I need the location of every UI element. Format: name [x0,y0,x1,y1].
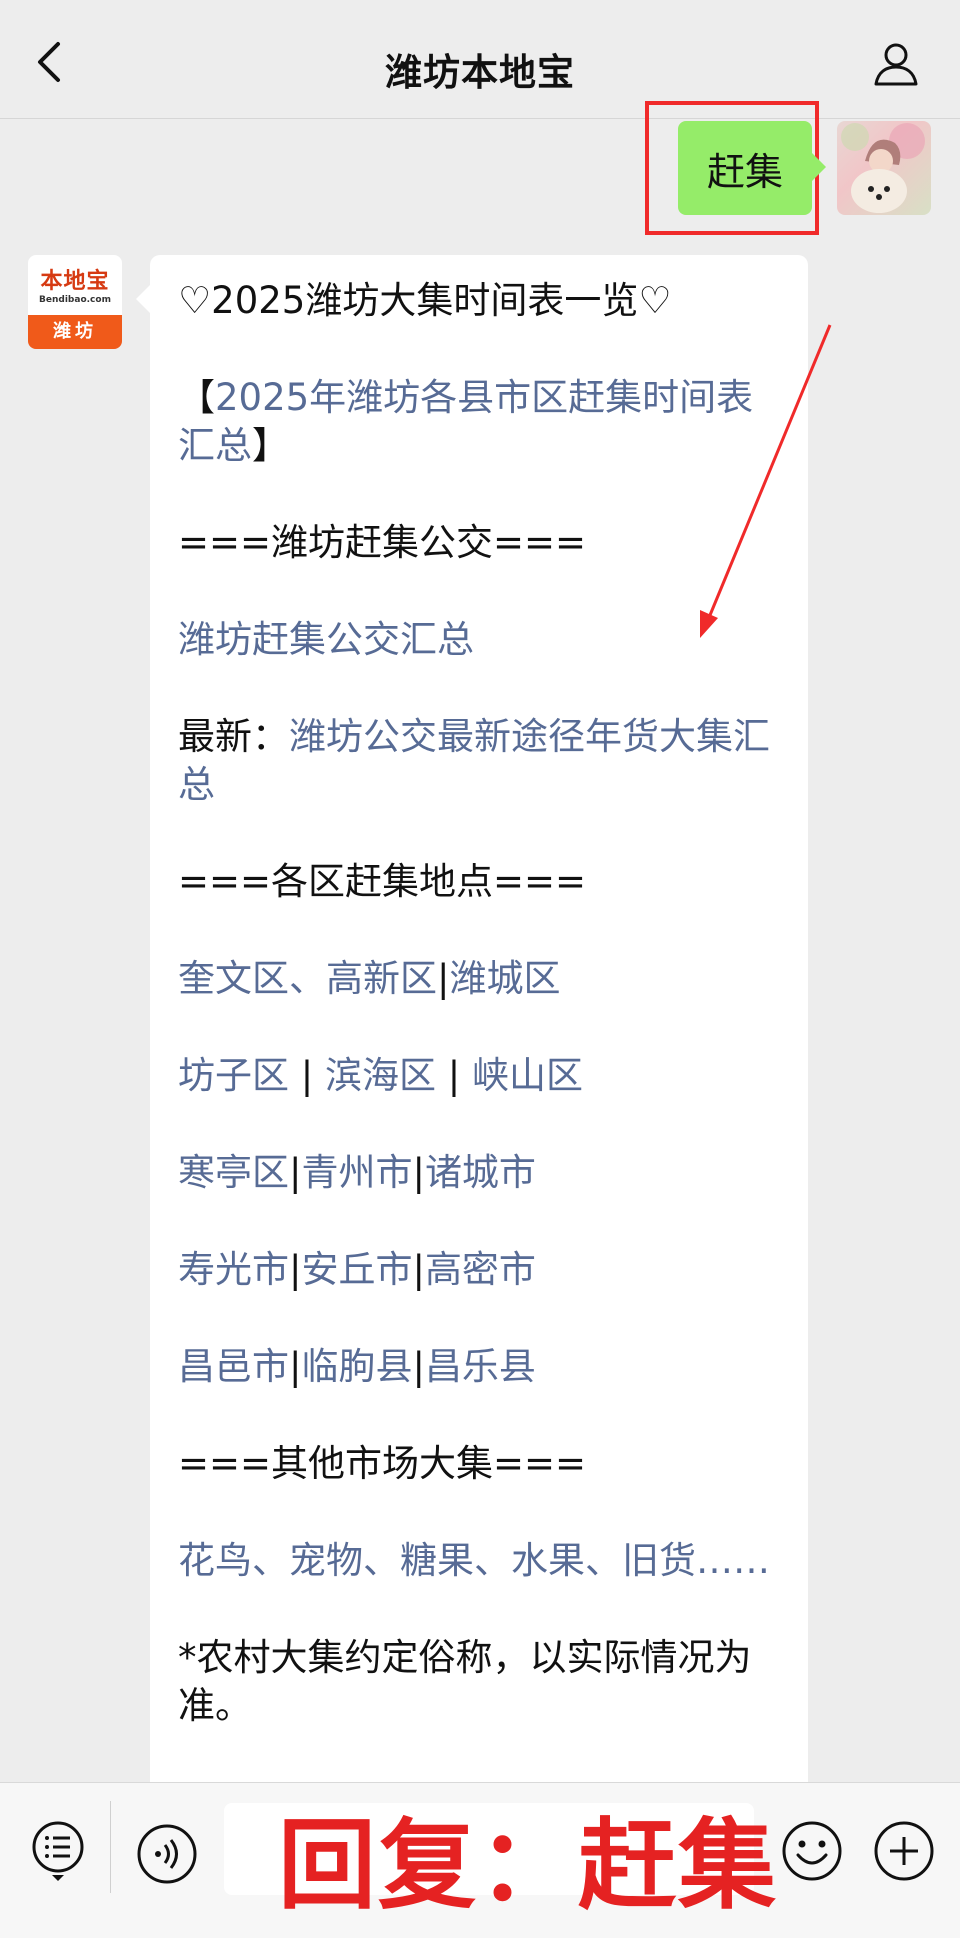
voice-icon[interactable] [136,1823,198,1885]
bot-avatar-city: 潍坊 [28,315,122,349]
emoji-icon[interactable] [780,1819,844,1883]
user-icon[interactable] [872,40,920,88]
bendibao-logo: 本地宝 Bendibao.com [28,255,122,315]
district-link[interactable]: 寒亭区 [178,1151,289,1194]
district-link[interactable]: 寿光市 [178,1248,289,1291]
message-title: ♡2025潍坊大集时间表一览♡ [178,279,672,322]
district-link[interactable]: 昌邑市 [178,1345,289,1388]
district-link[interactable]: 诸城市 [425,1151,536,1194]
chat-title: 潍坊本地宝 [385,51,575,94]
plus-icon[interactable] [872,1819,936,1883]
district-row: 奎文区、高新区|潍城区 [178,957,561,1000]
toolbar-divider [110,1801,111,1893]
other-markets-link[interactable]: 花鸟、宠物、糖果、水果、旧货…… [178,1539,770,1582]
bus-summary-link[interactable]: 潍坊赶集公交汇总 [178,618,474,661]
section-other-heading: ===其他市场大集=== [178,1442,587,1485]
district-link[interactable]: 奎文区、高新区 [178,957,437,1000]
district-link[interactable]: 滨海区 [325,1054,436,1097]
user-avatar-photo [841,123,925,213]
district-link[interactable]: 坊子区 [178,1054,289,1097]
input-toolbar: 回复：赶集 [0,1782,960,1938]
list-menu-icon[interactable] [30,1819,86,1883]
district-link[interactable]: 潍城区 [449,957,560,1000]
latest-line: 最新：潍坊公交最新途径年货大集汇总 [178,715,770,806]
user-message-bubble[interactable]: 赶集 [678,121,826,215]
district-link[interactable]: 临朐县 [301,1345,412,1388]
reply-instruction-overlay: 回复：赶集 [278,1809,779,1923]
section-districts-heading: ===各区赶集地点=== [178,860,587,903]
district-link[interactable]: 青州市 [301,1151,412,1194]
district-link[interactable]: 峡山区 [472,1054,583,1097]
note-text: *农村大集约定俗称，以实际情况为准。 [178,1636,752,1727]
district-row: 寿光市|安丘市|高密市 [178,1248,536,1291]
annotation-arrow-icon [700,324,832,638]
district-link[interactable]: 高密市 [425,1248,536,1291]
district-link[interactable]: 安丘市 [301,1248,412,1291]
district-row: 坊子区 | 滨海区 | 峡山区 [178,1054,583,1097]
user-avatar[interactable] [837,121,931,215]
district-row: 昌邑市|临朐县|昌乐县 [178,1345,536,1388]
bot-avatar[interactable]: 本地宝 Bendibao.com 潍坊 [28,255,122,349]
district-link[interactable]: 昌乐县 [425,1345,536,1388]
district-row: 寒亭区|青州市|诸城市 [178,1151,536,1194]
